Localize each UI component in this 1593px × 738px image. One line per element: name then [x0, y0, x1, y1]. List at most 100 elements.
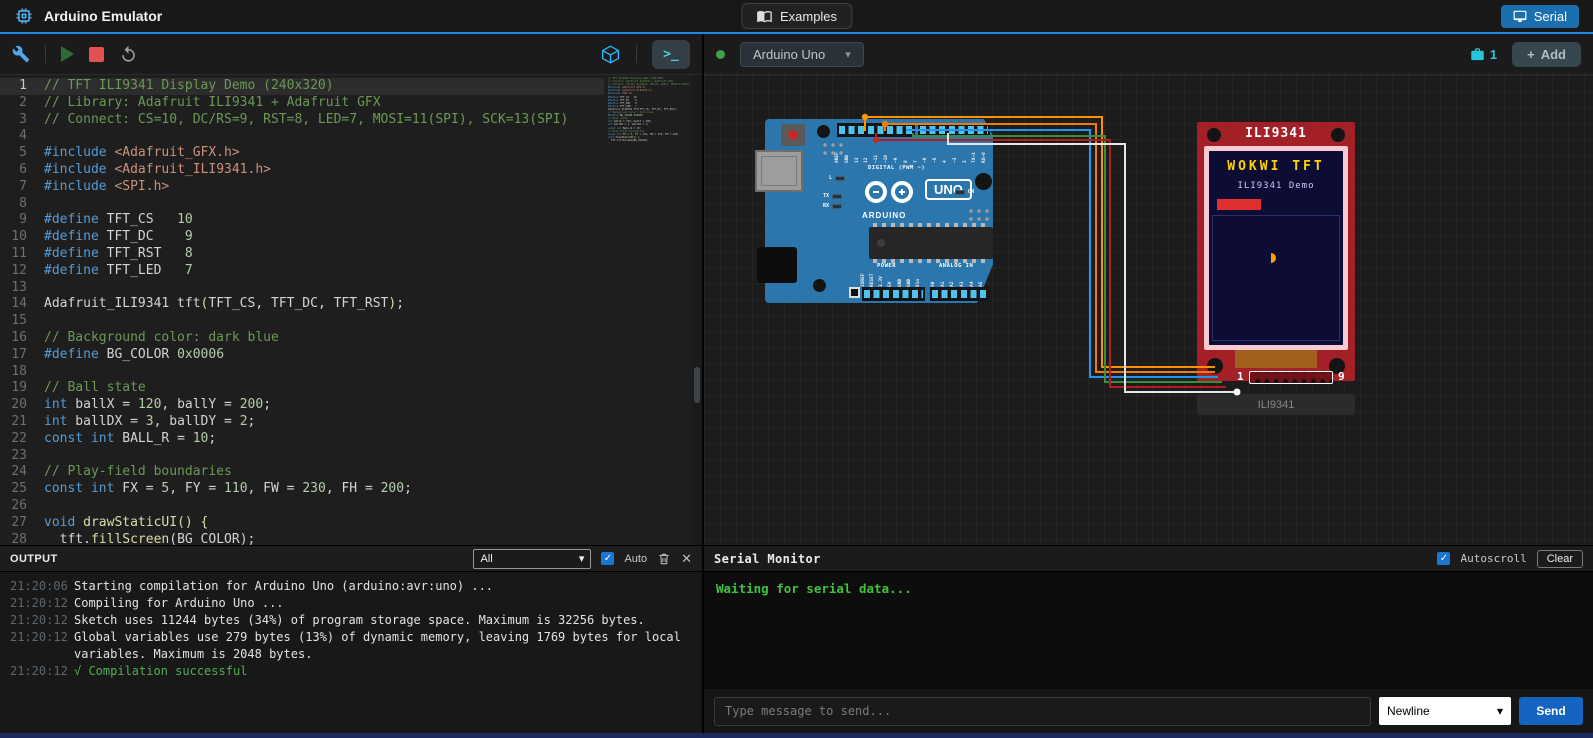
diagram-panel: Arduino Uno ▾ 1 + Add [704, 34, 1593, 545]
serial-message-input[interactable] [714, 697, 1371, 726]
log-timestamp: 21:20:06 [0, 578, 74, 595]
tft-playfield-outline [1212, 215, 1340, 341]
mounting-hole [1207, 128, 1221, 142]
code-text: const int FX = 5, FY = 110, FW = 230, FH… [44, 481, 412, 498]
code-line[interactable]: 24// Play-field boundaries [0, 464, 702, 481]
minimap-line: tft.fillScreen(BG_COLOR); [608, 139, 692, 142]
code-line[interactable]: 25const int FX = 5, FY = 110, FW = 230, … [0, 481, 702, 498]
code-line[interactable]: 3// Connect: CS=10, DC/RS=9, RST=8, LED=… [0, 112, 702, 129]
code-line[interactable]: 26 [0, 498, 702, 515]
code-line[interactable]: 18 [0, 364, 702, 381]
autoscroll-checkbox[interactable]: ✓ [1437, 552, 1450, 565]
code-text: #define TFT_DC 9 [44, 229, 193, 246]
code-line[interactable]: 13 [0, 280, 702, 297]
line-number: 5 [0, 145, 44, 162]
code-line[interactable]: 10#define TFT_DC 9 [0, 229, 702, 246]
line-number: 12 [0, 263, 44, 280]
sketch-settings-wrench-icon[interactable] [12, 45, 30, 63]
code-text: #define TFT_CS 10 [44, 212, 193, 229]
line-ending-select[interactable]: Newline ▾ [1379, 697, 1511, 725]
arduino-emulator-app: Arduino Emulator Examples Serial [0, 0, 1593, 738]
log-message: √ Compilation successful [74, 663, 702, 680]
code-line[interactable]: 22const int BALL_R = 10; [0, 431, 702, 448]
arduino-digital-pin-labels: AREFGND1312~11~10~987~6~54~32TX→1RX←0 [835, 139, 992, 163]
chevron-down-icon: ▾ [845, 48, 851, 61]
arduino-digital-pins-left[interactable] [837, 123, 915, 137]
tft-pin-header[interactable] [1249, 371, 1333, 384]
editor-minimap[interactable]: // TFT ILI9341 Display Demo (240x320)// … [604, 75, 692, 545]
code-line[interactable]: 8 [0, 196, 702, 213]
ili9341-tft-board[interactable]: ILI9341 WOKWI TFT ILI9341 Demo [1197, 122, 1355, 381]
diagram-view-cube-icon[interactable] [600, 44, 621, 65]
run-button-play-icon[interactable] [61, 46, 74, 62]
clear-button[interactable]: Clear [1537, 550, 1583, 568]
terminal-toggle-button[interactable]: >_ [652, 40, 690, 69]
line-number: 10 [0, 229, 44, 246]
code-line[interactable]: 6#include <Adafruit_ILI9341.h> [0, 162, 702, 179]
serial-button[interactable]: Serial [1501, 5, 1579, 28]
code-text: #include <Adafruit_GFX.h> [44, 145, 240, 162]
code-line[interactable]: 19// Ball state [0, 380, 702, 397]
log-timestamp: 21:20:12 [0, 612, 74, 629]
code-line[interactable]: 16// Background color: dark blue [0, 330, 702, 347]
line-number: 23 [0, 448, 44, 465]
code-text: // Ball state [44, 380, 146, 397]
pin-label: 12 [864, 139, 874, 163]
line-number: 26 [0, 498, 44, 515]
pin-label: ~11 [874, 139, 884, 163]
pin-label: ~3 [953, 139, 963, 163]
code-text: int ballX = 120, ballY = 200; [44, 397, 271, 414]
close-icon[interactable]: ✕ [681, 551, 692, 567]
arduino-analog-pins[interactable] [930, 287, 989, 301]
code-text: #include <Adafruit_ILI9341.h> [44, 162, 271, 179]
output-title: OUTPUT [10, 553, 58, 565]
code-line[interactable]: 20int ballX = 120, ballY = 200; [0, 397, 702, 414]
restart-button-icon[interactable] [119, 45, 138, 64]
code-line[interactable]: 4 [0, 128, 702, 145]
output-filter-select[interactable]: All ▾ [473, 549, 591, 569]
parts-count[interactable]: 1 [1470, 47, 1497, 62]
arduino-reset-button[interactable] [781, 124, 805, 146]
code-line[interactable]: 17#define BG_COLOR 0x0006 [0, 347, 702, 364]
line-number: 3 [0, 112, 44, 129]
pin-label: GND [845, 139, 855, 163]
stop-button-icon[interactable] [89, 47, 104, 62]
code-line[interactable]: 28 tft.fillScreen(BG_COLOR); [0, 532, 702, 545]
digital-label: DIGITAL (PWM ~) [868, 165, 925, 171]
line-ending-value: Newline [1387, 704, 1430, 718]
mounting-hole [975, 173, 992, 190]
trash-icon[interactable] [657, 552, 671, 566]
diagram-canvas[interactable]: AREFGND1312~11~10~987~6~54~32TX→1RX←0 DI… [704, 75, 1593, 545]
editor-scrollbar-thumb[interactable] [694, 367, 700, 403]
line-number: 4 [0, 128, 44, 145]
log-line: 21:20:12√ Compilation successful [0, 663, 702, 680]
code-line[interactable]: 7#include <SPI.h> [0, 179, 702, 196]
code-line[interactable]: 15 [0, 313, 702, 330]
arduino-digital-pins-right[interactable] [918, 123, 990, 137]
pin-label: TX→1 [972, 139, 982, 163]
code-line[interactable]: 2// Library: Adafruit ILI9341 + Adafruit… [0, 95, 702, 112]
code-line[interactable]: 9#define TFT_CS 10 [0, 212, 702, 229]
code-line[interactable]: 23 [0, 448, 702, 465]
line-number: 8 [0, 196, 44, 213]
auto-checkbox[interactable]: ✓ [601, 552, 614, 565]
log-message: Sketch uses 11244 bytes (34%) of program… [74, 612, 702, 629]
examples-button[interactable]: Examples [741, 3, 852, 29]
code-line[interactable]: 1// TFT ILI9341 Display Demo (240x320) [0, 78, 702, 95]
code-line[interactable]: 5#include <Adafruit_GFX.h> [0, 145, 702, 162]
code-line[interactable]: 27void drawStaticUI() { [0, 515, 702, 532]
editor-scrollbar[interactable] [692, 75, 702, 545]
arduino-uno-board[interactable]: AREFGND1312~11~10~987~6~54~32TX→1RX←0 DI… [765, 119, 993, 303]
board-select-dropdown[interactable]: Arduino Uno ▾ [740, 42, 864, 67]
code-line[interactable]: 12#define TFT_LED 7 [0, 263, 702, 280]
code-editor[interactable]: 1// TFT ILI9341 Display Demo (240x320)2/… [0, 75, 702, 545]
editor-toolbar: >_ [0, 34, 702, 75]
code-line[interactable]: 21int ballDX = 3, ballDY = 2; [0, 414, 702, 431]
send-button[interactable]: Send [1519, 697, 1583, 725]
arduino-power-pins[interactable] [862, 287, 925, 301]
code-line[interactable]: 14Adafruit_ILI9341 tft(TFT_CS, TFT_DC, T… [0, 296, 702, 313]
add-part-button[interactable]: + Add [1512, 42, 1581, 67]
autoscroll-label: Autoscroll [1460, 552, 1526, 565]
code-line[interactable]: 11#define TFT_RST 8 [0, 246, 702, 263]
code-lines[interactable]: 1// TFT ILI9341 Display Demo (240x320)2/… [0, 78, 702, 545]
